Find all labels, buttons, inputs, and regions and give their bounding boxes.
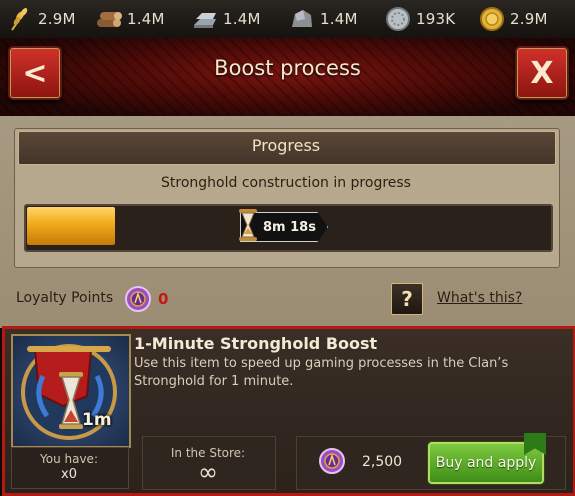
item-duration: 1m [82,410,112,430]
resource-value: 2.9M [38,10,76,28]
close-icon: X [530,55,554,91]
resource-value: 1.4M [127,10,165,28]
resource-value: 193K [416,10,456,28]
loyalty-coin-icon [124,285,152,313]
hourglass-icon [236,208,260,242]
stone-icon [288,5,316,33]
page-title: Boost process [214,56,361,80]
item-description: Use this item to speed up gaming process… [134,356,509,389]
loyalty-label: Loyalty Points [16,290,114,306]
timer-text: 8m 18s [263,219,316,235]
progress-bar-fill [27,207,115,245]
resource-value: 1.4M [223,10,261,28]
resource-bar: 2.9M 1.4M 1.4M 1.4M 193K 2.9M [0,0,575,39]
infinity-icon: ∞ [198,458,218,486]
silver-coin-icon [384,5,412,33]
wood-logs-icon [95,5,123,33]
resource-gold: 2.9M [478,0,548,38]
close-button[interactable]: X [515,46,569,100]
owned-value: x0 [61,467,77,482]
item-price: 2,500 [362,454,403,470]
resource-value: 2.9M [510,10,548,28]
item-name: 1-Minute Stronghold Boost [134,334,378,353]
resource-wheat: 2.9M [6,0,76,38]
progress-subtitle: Stronghold construction in progress [161,175,411,191]
loyalty-value: 0 [158,290,169,308]
wheat-icon [6,5,34,33]
resource-wood: 1.4M [95,0,165,38]
question-icon: ? [401,287,413,311]
progress-title: Progress [251,136,321,155]
loyalty-coin-icon [318,447,346,475]
resource-stone: 1.4M [288,0,358,38]
whats-this-link[interactable]: What's this? [437,290,522,306]
resource-silver: 193K [384,0,455,38]
back-button[interactable]: < [8,46,62,100]
chevron-left-icon: < [22,55,48,91]
resource-iron: 1.4M [191,0,261,38]
help-button[interactable]: ? [391,283,423,315]
gold-coin-icon [478,5,506,33]
owned-label: You have: [40,452,98,466]
resource-value: 1.4M [320,10,358,28]
iron-ingots-icon [191,5,219,33]
